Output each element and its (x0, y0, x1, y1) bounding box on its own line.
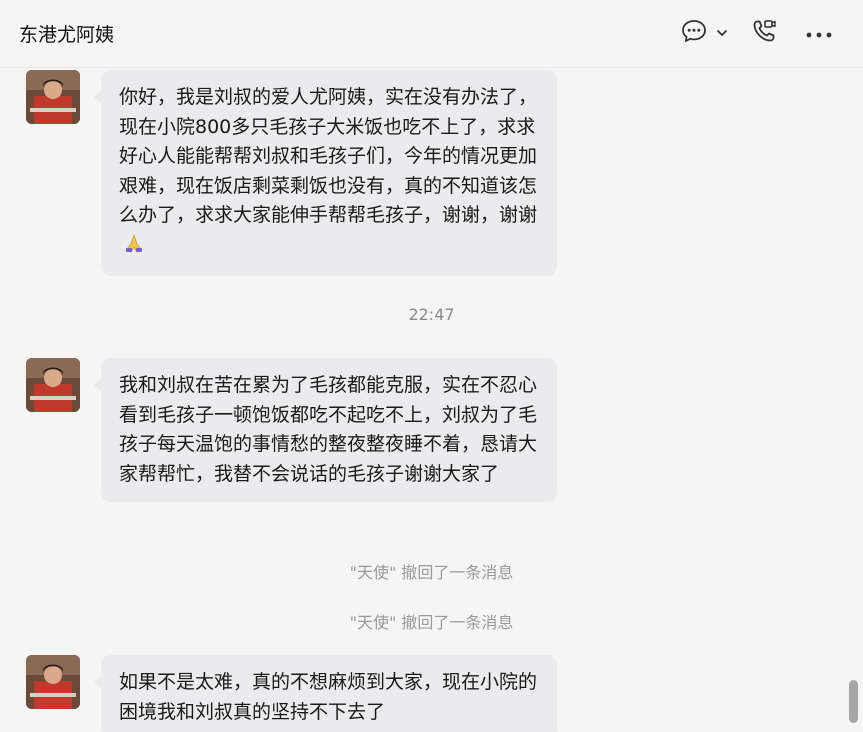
chat-options-button[interactable] (674, 18, 734, 48)
more-icon (805, 24, 833, 43)
message-text: 我和刘叔在苦在累为了毛孩都能克服，实在不忍心看到毛孩子一顿饱饭都吃不起吃不上，刘… (119, 374, 538, 485)
call-button[interactable] (748, 18, 780, 48)
message-bubble[interactable]: 如果不是太难，真的不想麻烦到大家，现在小院的困境我和刘叔真的坚持不下去了 (94, 655, 557, 732)
chevron-down-icon (716, 24, 728, 43)
chat-title: 东港尤阿姨 (19, 24, 115, 46)
avatar[interactable] (26, 70, 80, 124)
more-button[interactable] (800, 18, 838, 48)
message-list[interactable]: 你好，我是刘叔的爱人尤阿姨，实在没有办法了，现在小院800多只毛孩子大米饭也吃不… (0, 69, 863, 732)
message-bubble[interactable]: 你好，我是刘叔的爱人尤阿姨，实在没有办法了，现在小院800多只毛孩子大米饭也吃不… (94, 70, 557, 276)
chat-bubble-icon (680, 17, 708, 49)
avatar[interactable] (26, 358, 80, 412)
message-bubble[interactable]: 我和刘叔在苦在累为了毛孩都能克服，实在不忍心看到毛孩子一顿饱饭都吃不起吃不上，刘… (94, 358, 557, 502)
recall-notice: "天使" 撤回了一条消息 (349, 613, 514, 632)
timestamp: 22:47 (408, 305, 455, 324)
chat-header: 东港尤阿姨 (0, 0, 863, 68)
scrollbar-thumb[interactable] (849, 680, 858, 723)
message-text: 如果不是太难，真的不想麻烦到大家，现在小院的困境我和刘叔真的坚持不下去了 (119, 671, 538, 723)
video-call-icon (750, 17, 778, 49)
folded-hands-emoji (123, 232, 145, 264)
message-text: 你好，我是刘叔的爱人尤阿姨，实在没有办法了，现在小院800多只毛孩子大米饭也吃不… (119, 86, 538, 226)
recall-notice: "天使" 撤回了一条消息 (349, 563, 514, 582)
avatar[interactable] (26, 655, 80, 709)
